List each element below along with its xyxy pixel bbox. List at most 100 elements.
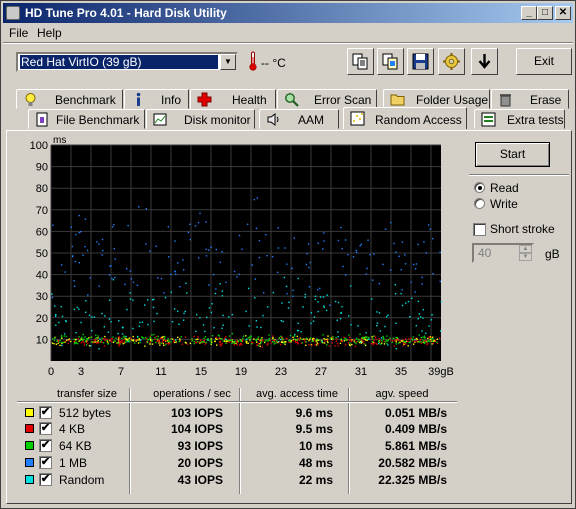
tab-label: File Benchmark [56, 113, 140, 127]
tab-disk-monitor[interactable]: Disk monitor [146, 109, 255, 129]
drive-select[interactable]: Red Hat VirtIO (39 gB) ▼ [16, 52, 238, 72]
data-point [266, 255, 268, 257]
tab-file-benchmark[interactable]: File Benchmark [28, 109, 145, 129]
thermometer-icon [249, 51, 257, 71]
data-point [175, 273, 177, 275]
data-point [402, 340, 405, 343]
tab-random-access[interactable]: Random Access [343, 107, 467, 129]
data-point [125, 337, 127, 340]
row-speed: 20.582 MB/s [378, 456, 447, 470]
data-point [110, 321, 112, 323]
data-point [104, 315, 106, 317]
tab-benchmark[interactable]: Benchmark [16, 89, 123, 109]
data-point [236, 344, 238, 346]
series-checkbox[interactable]: ✔ [39, 439, 52, 452]
data-point [380, 337, 383, 339]
data-point [342, 265, 344, 268]
data-point [355, 249, 357, 252]
row-name: 512 bytes [59, 406, 112, 420]
data-point [271, 256, 274, 258]
data-point [395, 251, 397, 253]
start-button[interactable]: Start [475, 142, 550, 167]
data-point [285, 285, 288, 288]
data-point [197, 340, 199, 343]
series-checkbox[interactable]: ✔ [39, 406, 52, 419]
row-speed: 22.325 MB/s [378, 473, 447, 487]
tab-info[interactable]: Info [124, 89, 189, 109]
series-checkbox[interactable]: ✔ [39, 422, 52, 435]
copy-screenshot-button[interactable] [377, 48, 404, 75]
data-point [307, 243, 310, 245]
data-point [305, 341, 307, 343]
data-point [178, 340, 180, 343]
data-point [231, 332, 234, 335]
exit-button[interactable]: Exit [516, 48, 572, 75]
data-point [407, 345, 409, 347]
data-point [199, 317, 201, 319]
data-point [175, 341, 177, 343]
save-button[interactable] [407, 48, 434, 75]
row-access: 48 ms [298, 456, 333, 470]
read-radio[interactable] [474, 182, 485, 193]
side-divider [469, 174, 569, 176]
tab-aam[interactable]: AAM [259, 109, 339, 129]
data-point [432, 342, 434, 345]
download-button[interactable] [471, 48, 498, 75]
data-point [109, 339, 111, 341]
data-point [294, 333, 296, 336]
data-point [57, 342, 59, 344]
data-point [102, 342, 105, 344]
data-point [418, 340, 420, 343]
data-point [106, 339, 108, 342]
data-point [280, 335, 282, 338]
series-checkbox[interactable]: ✔ [39, 456, 52, 469]
data-point [323, 240, 325, 242]
short-stroke-checkbox[interactable] [473, 223, 486, 236]
tab-error-scan[interactable]: Error Scan [277, 89, 377, 109]
data-point [245, 338, 248, 340]
data-point [323, 232, 325, 234]
table-row: ✔ 4 KB 104 IOPS 9.5 ms 0.409 MB/s [17, 420, 457, 437]
options-button[interactable] [438, 48, 465, 75]
read-label: Read [490, 181, 519, 195]
write-radio[interactable] [474, 198, 485, 209]
data-point [395, 322, 397, 324]
data-point [257, 336, 260, 338]
menu-help[interactable]: Help [37, 26, 62, 40]
data-point [384, 325, 386, 328]
data-point [366, 267, 368, 270]
copy-info-button[interactable] [347, 48, 374, 75]
chevron-down-icon[interactable]: ▼ [220, 54, 236, 70]
data-point [277, 247, 280, 249]
data-point [147, 323, 149, 326]
series-checkbox[interactable]: ✔ [39, 473, 52, 486]
tab-erase[interactable]: Erase [491, 89, 569, 109]
minimize-button[interactable]: _ [521, 6, 537, 20]
data-point [209, 340, 211, 342]
data-point [203, 337, 205, 340]
row-ops: 103 IOPS [170, 406, 223, 420]
menu-file[interactable]: File [9, 26, 28, 40]
data-point [319, 339, 321, 341]
stepper-up-icon[interactable]: ▲ [519, 245, 532, 253]
tab-folder-usage[interactable]: Folder Usage [383, 89, 490, 109]
tab-extra-tests[interactable]: Extra tests [474, 109, 565, 129]
data-point [91, 316, 93, 318]
data-point [429, 340, 431, 343]
data-point [201, 341, 203, 343]
data-point [386, 342, 388, 345]
tab-health[interactable]: Health [190, 89, 276, 109]
data-point [436, 341, 438, 343]
data-point [93, 316, 96, 318]
maximize-button[interactable]: □ [537, 6, 553, 20]
data-point [164, 339, 166, 341]
data-point [370, 343, 373, 345]
short-stroke-stepper[interactable]: 40 ▲ ▼ [472, 243, 534, 263]
data-point [157, 335, 159, 338]
row-ops: 20 IOPS [177, 456, 223, 470]
data-point [430, 338, 433, 340]
stepper-down-icon[interactable]: ▼ [519, 253, 532, 261]
row-access: 10 ms [298, 439, 333, 453]
close-button[interactable]: ✕ [555, 6, 571, 20]
data-point [131, 339, 133, 342]
